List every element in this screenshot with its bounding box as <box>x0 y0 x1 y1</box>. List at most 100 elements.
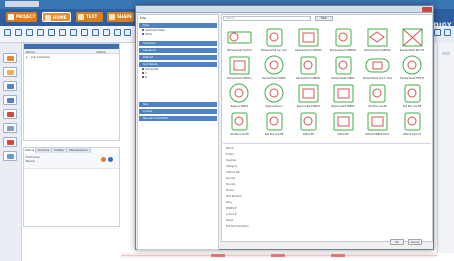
section-type[interactable]: Type <box>139 23 217 28</box>
redo-button[interactable] <box>47 28 56 40</box>
tool-cut[interactable] <box>3 137 17 147</box>
shape-icon <box>109 14 115 20</box>
shape-caption: Regions Rect PRBXS <box>331 105 355 108</box>
shape-tile[interactable]: Rampartshell L/WBOXS <box>328 27 359 54</box>
option-label: Other <box>145 33 153 36</box>
cancel-button[interactable]: Cancel <box>408 239 422 245</box>
shape-tile[interactable]: Red Box Low EB <box>224 111 255 138</box>
shape-caption: Rampartshell Symbol <box>227 49 252 52</box>
property-label: Notes <box>226 219 234 222</box>
column-name: Name <box>26 50 35 54</box>
paste-button[interactable] <box>80 28 89 40</box>
option-label: Goldmark Plate <box>145 29 165 32</box>
new-button[interactable] <box>3 28 12 40</box>
save-button[interactable] <box>25 28 34 40</box>
option-a[interactable]: A <box>142 72 147 75</box>
layer-name: Job Contents <box>31 55 51 59</box>
option-other[interactable]: Other <box>142 33 152 36</box>
option-label: B <box>145 76 147 79</box>
expand-icon[interactable]: ▸ <box>26 55 28 59</box>
shape-caption: Rampartshell WBOX <box>331 77 355 80</box>
tool-text[interactable] <box>3 151 17 161</box>
shape-tile[interactable]: Rampartshell Lan Loch <box>259 27 290 54</box>
section-slot-details[interactable]: Slot Details <box>139 62 217 67</box>
shape-thumbnail <box>264 55 283 75</box>
option-goldmark[interactable]: Goldmark Plate <box>142 29 165 32</box>
copy-button[interactable] <box>69 28 78 40</box>
tool-shape[interactable] <box>3 95 17 105</box>
section-defined[interactable]: Defined <box>139 55 217 60</box>
shape-caption: Rampartshell Lan Loch <box>260 49 288 52</box>
shape-thumbnail <box>369 84 386 103</box>
property-label: Bounds <box>226 177 236 180</box>
home-icon <box>45 15 51 21</box>
shape-tile[interactable]: Rampartshell Slot in Oval <box>362 55 393 82</box>
shape-tile[interactable]: Rampartshell INCH M <box>397 27 428 54</box>
undo-button[interactable] <box>36 28 45 40</box>
align-button[interactable] <box>91 28 100 40</box>
shape-tile[interactable]: Regions PRBXS <box>224 83 255 110</box>
shape-tile[interactable]: Regions Rect PRBXS <box>293 83 324 110</box>
shape-tile[interactable]: Rampartshell Symbol <box>224 27 255 54</box>
shape-tile[interactable]: Red Box Low EB <box>397 83 428 110</box>
shape-tile[interactable]: Regions Rect PRBXS <box>328 83 359 110</box>
shape-thumbnail <box>333 112 353 131</box>
warning-icon[interactable] <box>101 157 106 162</box>
shape-tile[interactable]: Red Box Low EB <box>362 83 393 110</box>
properties-strip: Fullname Name <box>24 153 119 169</box>
tab-home[interactable]: HOME <box>42 12 71 22</box>
shape-tile[interactable]: Rampartshell L/WBOXS <box>293 27 324 54</box>
tool-measure[interactable] <box>3 123 17 133</box>
tool-select[interactable] <box>3 81 17 91</box>
shape-tile[interactable]: Rampartshell WBOXL <box>293 55 324 82</box>
shape-tile[interactable]: Rampartshell L/WBOXS <box>362 27 393 54</box>
shape-tile[interactable]: Red Box Low EB <box>259 111 290 138</box>
option-b[interactable]: B <box>142 76 147 79</box>
delete-button[interactable] <box>102 28 111 40</box>
open-button[interactable] <box>14 28 23 40</box>
tab-project-home[interactable]: PROJECT <box>6 12 37 22</box>
info-icon[interactable] <box>108 157 113 162</box>
tab-shape[interactable]: SHAPE <box>107 12 134 22</box>
align-icon <box>92 29 99 36</box>
option-label: A <box>145 72 147 75</box>
shape-tile[interactable]: Rampartshell FITB M <box>397 55 428 82</box>
shape-tile[interactable]: Default Dark Lit <box>397 111 428 138</box>
tool-fill[interactable] <box>3 109 17 119</box>
filter-button[interactable]: Filter <box>315 16 333 21</box>
ok-button[interactable]: OK <box>390 239 404 245</box>
export-button[interactable] <box>443 28 452 40</box>
shape-thumbnail <box>266 28 282 47</box>
layer-row[interactable]: ▸ Job Contents <box>26 55 116 59</box>
shape-tile[interactable]: Rampartshell WBOX <box>259 55 290 82</box>
search-input[interactable]: Search <box>223 16 311 21</box>
option-horizontal[interactable]: Horizontal <box>142 68 158 71</box>
shape-tile[interactable]: Rampartshell WBOX <box>328 55 359 82</box>
section-size[interactable]: Size <box>139 102 217 107</box>
zoom-control[interactable] <box>442 52 450 55</box>
section-standard-identified[interactable]: Standard Identified <box>139 116 217 121</box>
property-label: Is Part # <box>226 213 237 216</box>
tool-brush[interactable] <box>3 67 17 77</box>
pencil-icon <box>7 56 14 61</box>
section-lookup[interactable]: Lookup <box>139 109 217 114</box>
property-label: Category <box>226 165 238 168</box>
shape-thumbnail <box>402 55 421 75</box>
print-button[interactable] <box>433 28 442 40</box>
prop-name: Name <box>26 159 35 163</box>
close-icon[interactable] <box>422 7 432 12</box>
shape-tile[interactable]: Rdbox RE <box>328 111 359 138</box>
section-hardware[interactable]: Hardware <box>139 41 217 46</box>
shape-tile[interactable]: Rdbox RE <box>293 111 324 138</box>
insert-button[interactable] <box>123 28 132 40</box>
section-clearance[interactable]: Clearance <box>139 48 217 53</box>
shape-tile[interactable]: Rampartshell WBOX-L <box>224 55 255 82</box>
shape-tile[interactable]: Regions Round <box>259 83 290 110</box>
property-label: Bounds <box>226 183 236 186</box>
tab-text[interactable]: TEXT <box>76 12 103 22</box>
group-button[interactable] <box>113 28 122 40</box>
zoom-button[interactable] <box>58 28 67 40</box>
shape-thumbnail <box>229 56 250 75</box>
tool-pencil[interactable] <box>3 53 17 63</box>
shape-tile[interactable]: Default DEBOX Block <box>362 111 393 138</box>
